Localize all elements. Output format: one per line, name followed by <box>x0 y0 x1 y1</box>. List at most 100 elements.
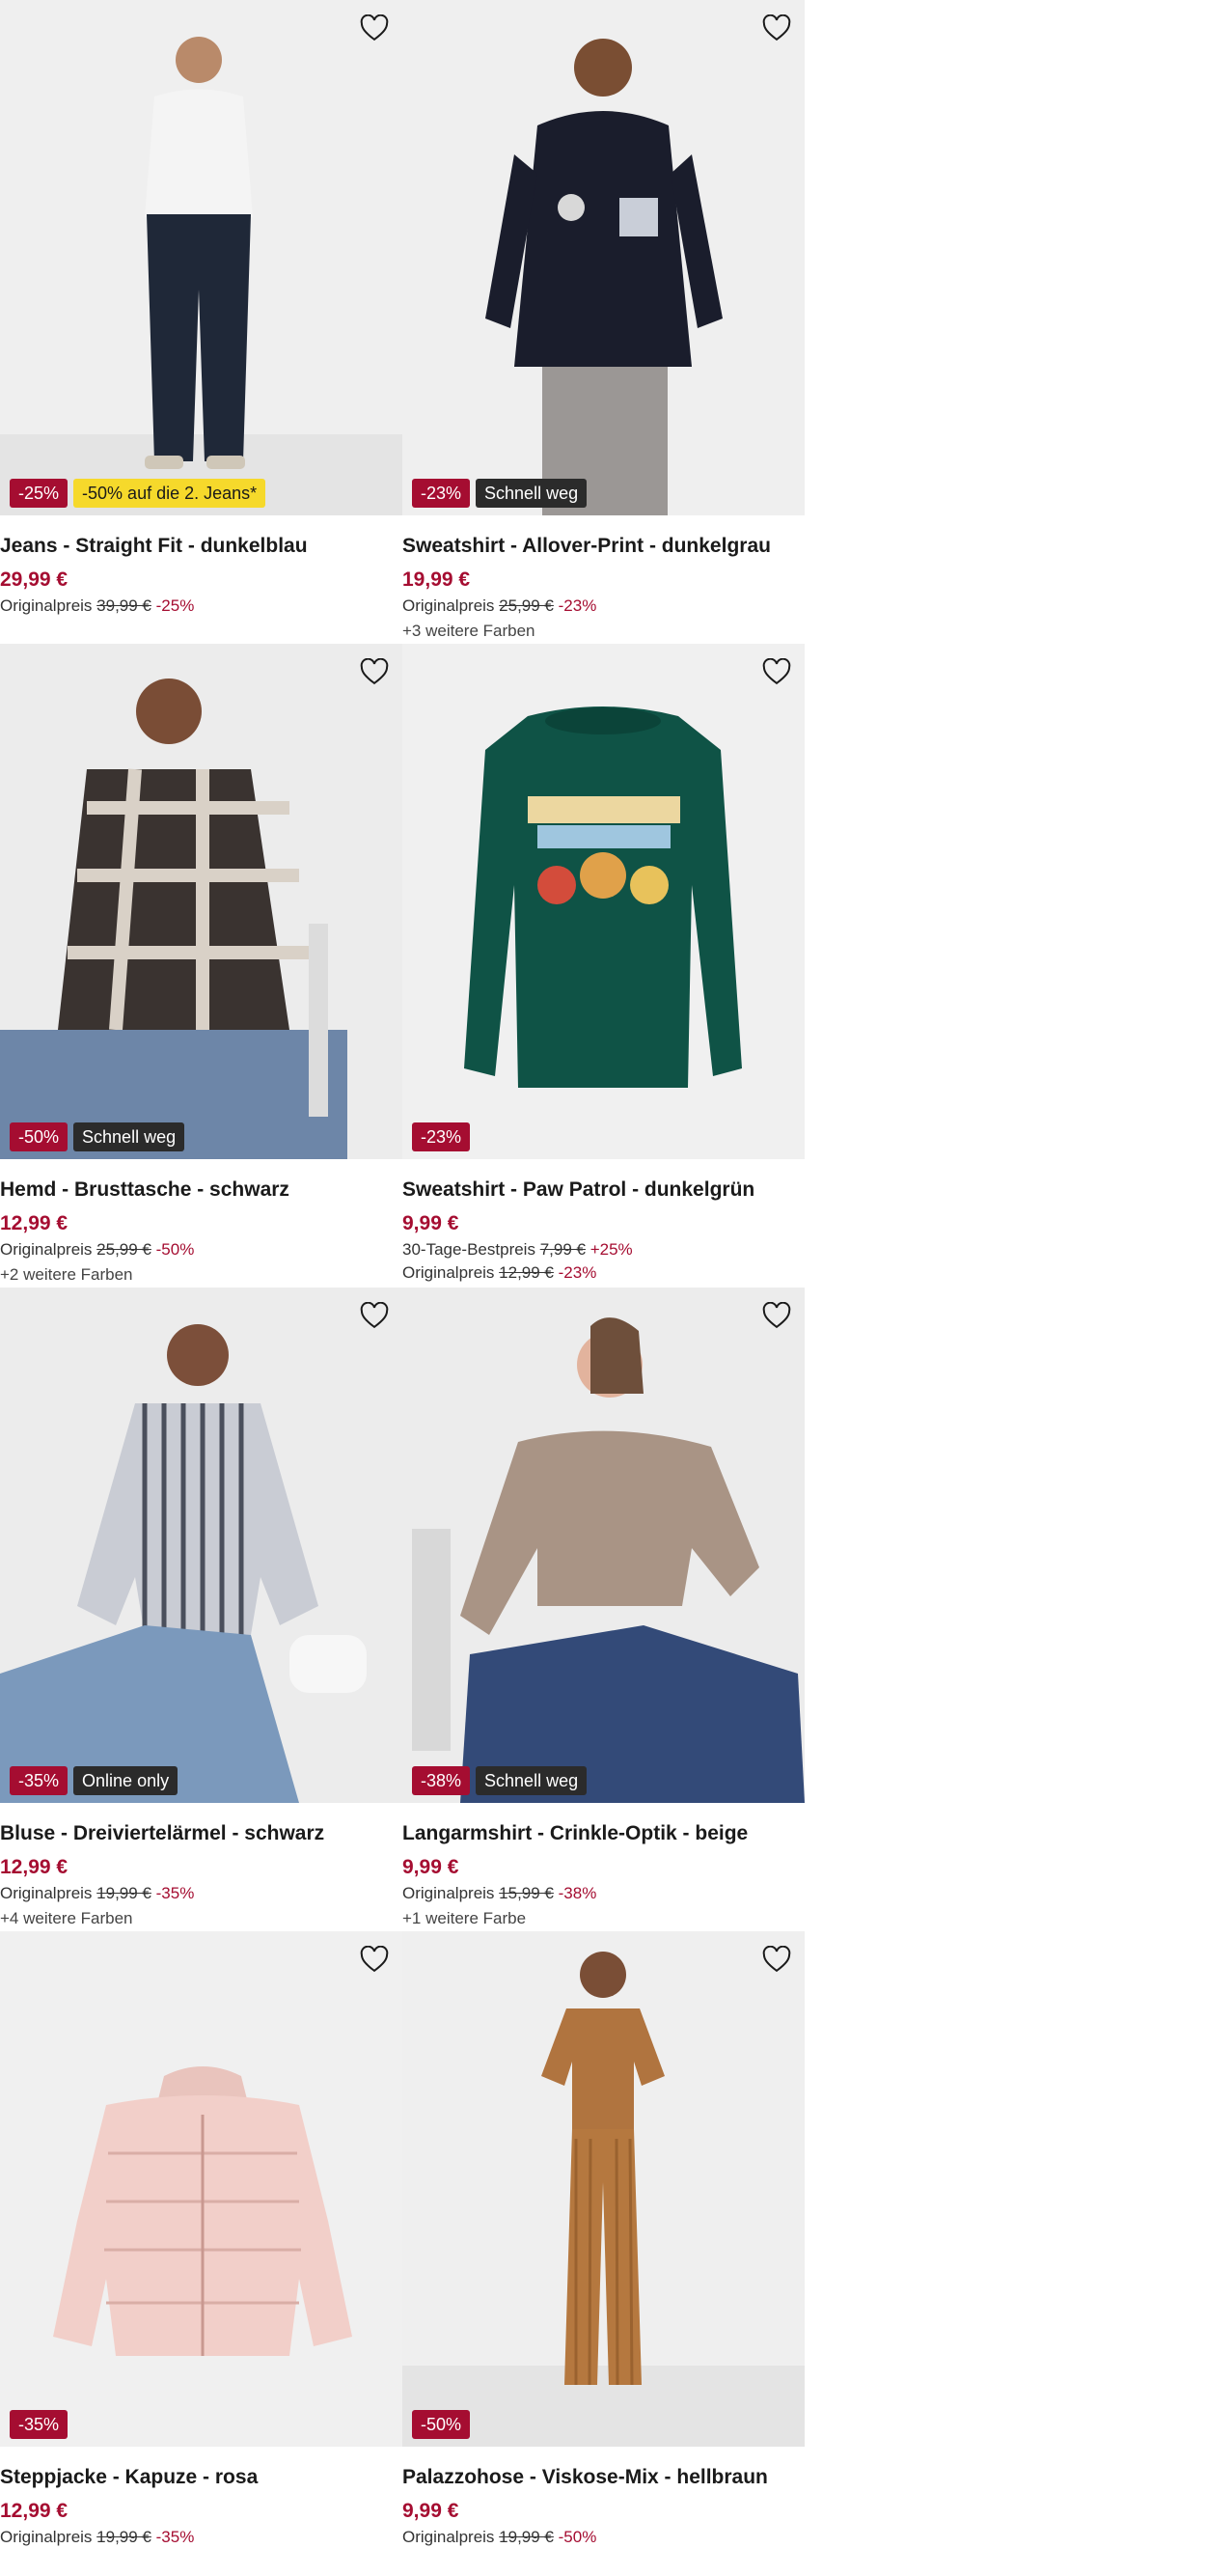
wishlist-heart-icon[interactable] <box>358 1943 391 1976</box>
badge-row: -23% Schnell weg <box>412 479 588 508</box>
original-price-line: Originalpreis 15,99 € -38% <box>402 1882 805 1905</box>
original-price: 25,99 € <box>499 596 554 615</box>
product-image[interactable]: -23% Schnell weg <box>402 0 805 515</box>
product-info: Sweatshirt - Allover-Print - dunkelgrau … <box>402 531 805 645</box>
wishlist-heart-icon[interactable] <box>760 1943 793 1976</box>
product-title[interactable]: Jeans - Straight Fit - dunkelblau <box>0 531 402 562</box>
product-image[interactable]: -25% -50% auf die 2. Jeans* <box>0 0 402 515</box>
original-price-label: Originalpreis <box>402 596 495 615</box>
product-title[interactable]: Steppjacke - Kapuze - rosa <box>0 2462 402 2493</box>
discount-badge: -35% <box>10 1766 69 1795</box>
product-card[interactable]: -50% Schnell weg Hemd - Brusttasche - sc… <box>0 644 402 1288</box>
more-colors-link[interactable]: +2 weitere Farben <box>0 1261 402 1288</box>
more-colors-link[interactable]: +4 weitere Farben <box>0 1905 402 1932</box>
status-badge: Schnell weg <box>476 1766 588 1795</box>
original-price-label: Originalpreis <box>0 1240 93 1259</box>
original-price-label: Originalpreis <box>402 2528 495 2546</box>
status-badge: Schnell weg <box>73 1122 185 1151</box>
original-price: 15,99 € <box>499 1884 554 1902</box>
original-price-label: Originalpreis <box>0 1884 93 1902</box>
product-grid: -25% -50% auf die 2. Jeans* Jeans - Stra… <box>0 0 805 2575</box>
hoodie-model-photo <box>402 0 805 515</box>
current-price: 12,99 € <box>0 2500 69 2522</box>
current-price: 12,99 € <box>0 1212 69 1234</box>
product-title[interactable]: Sweatshirt - Allover-Print - dunkelgrau <box>402 531 805 562</box>
product-card[interactable]: -23% Sweatshirt - Paw Patrol - dunkelgrü… <box>402 644 805 1288</box>
wishlist-heart-icon[interactable] <box>760 12 793 44</box>
product-title[interactable]: Hemd - Brusttasche - schwarz <box>0 1175 402 1205</box>
original-price-line: Originalpreis 25,99 € -23% <box>402 595 805 618</box>
badge-row: -38% Schnell weg <box>412 1766 588 1795</box>
product-title[interactable]: Palazzohose - Viskose-Mix - hellbraun <box>402 2462 805 2493</box>
best-price-label: 30-Tage-Bestpreis <box>402 1240 535 1259</box>
product-image[interactable]: -38% Schnell weg <box>402 1288 805 1803</box>
wishlist-heart-icon[interactable] <box>358 12 391 44</box>
discount-percent: -38% <box>558 1884 597 1902</box>
badge-row: -23% <box>412 1122 471 1151</box>
original-price-line: Originalpreis 19,99 € -35% <box>0 2526 402 2549</box>
product-title[interactable]: Bluse - Dreiviertelärmel - schwarz <box>0 1818 402 1849</box>
original-price: 19,99 € <box>499 2528 554 2546</box>
original-price: 19,99 € <box>96 2528 151 2546</box>
discount-percent: -23% <box>558 596 597 615</box>
discount-badge: -50% <box>10 1122 69 1151</box>
discount-badge: -38% <box>412 1766 471 1795</box>
original-price-label: Originalpreis <box>402 1884 495 1902</box>
product-info: Sweatshirt - Paw Patrol - dunkelgrün 9,9… <box>402 1175 805 1285</box>
product-info: Palazzohose - Viskose-Mix - hellbraun 9,… <box>402 2462 805 2549</box>
product-image[interactable]: -50% Schnell weg <box>0 644 402 1159</box>
product-card[interactable]: -23% Schnell weg Sweatshirt - Allover-Pr… <box>402 0 805 644</box>
discount-percent: -35% <box>155 1884 195 1902</box>
original-price: 12,99 € <box>499 1263 554 1282</box>
wishlist-heart-icon[interactable] <box>760 655 793 688</box>
promo-badge: -50% auf die 2. Jeans* <box>73 479 266 508</box>
current-price: 19,99 € <box>402 568 471 591</box>
product-image[interactable]: -23% <box>402 644 805 1159</box>
badge-row: -25% -50% auf die 2. Jeans* <box>10 479 266 508</box>
product-title[interactable]: Langarmshirt - Crinkle-Optik - beige <box>402 1818 805 1849</box>
current-price: 9,99 € <box>402 1212 459 1234</box>
paw-patrol-sweatshirt-photo <box>402 644 805 1159</box>
discount-badge: -23% <box>412 479 471 508</box>
current-price: 9,99 € <box>402 1856 459 1878</box>
original-price-line: Originalpreis 39,99 € -25% <box>0 595 402 618</box>
product-title[interactable]: Sweatshirt - Paw Patrol - dunkelgrün <box>402 1175 805 1205</box>
discount-percent: -50% <box>155 1240 195 1259</box>
original-price-label: Originalpreis <box>0 2528 93 2546</box>
original-price-label: Originalpreis <box>0 596 93 615</box>
product-image[interactable]: -50% <box>402 1931 805 2447</box>
product-card[interactable]: -50% Palazzohose - Viskose-Mix - hellbra… <box>402 1931 805 2575</box>
wishlist-heart-icon[interactable] <box>760 1299 793 1332</box>
discount-badge: -50% <box>412 2410 471 2439</box>
status-badge: Online only <box>73 1766 178 1795</box>
product-card[interactable]: -38% Schnell weg Langarmshirt - Crinkle-… <box>402 1288 805 1931</box>
discount-badge: -25% <box>10 479 69 508</box>
badge-row: -35% Online only <box>10 1766 178 1795</box>
best-price: 7,99 € <box>539 1240 586 1259</box>
original-price-line: Originalpreis 25,99 € -50% <box>0 1238 402 1261</box>
product-card[interactable]: -35% Online only Bluse - Dreiviertelärme… <box>0 1288 402 1931</box>
product-image[interactable]: -35% Online only <box>0 1288 402 1803</box>
original-price: 39,99 € <box>96 596 151 615</box>
product-image[interactable]: -35% <box>0 1931 402 2447</box>
wishlist-heart-icon[interactable] <box>358 1299 391 1332</box>
discount-badge: -23% <box>412 1122 471 1151</box>
badge-row: -35% <box>10 2410 69 2439</box>
product-info: Hemd - Brusttasche - schwarz 12,99 € Ori… <box>0 1175 402 1288</box>
discount-badge: -35% <box>10 2410 69 2439</box>
original-price-label: Originalpreis <box>402 1263 495 1282</box>
discount-percent: -50% <box>558 2528 597 2546</box>
wishlist-heart-icon[interactable] <box>358 655 391 688</box>
current-price: 29,99 € <box>0 568 69 591</box>
more-colors-link[interactable]: +3 weitere Farben <box>402 618 805 645</box>
discount-percent: -23% <box>558 1263 597 1282</box>
original-price-line: Originalpreis 19,99 € -35% <box>0 1882 402 1905</box>
product-info: Bluse - Dreiviertelärmel - schwarz 12,99… <box>0 1818 402 1932</box>
best-price-line: 30-Tage-Bestpreis 7,99 € +25% <box>402 1238 805 1261</box>
product-card[interactable]: -35% Steppjacke - Kapuze - rosa 12,99 € … <box>0 1931 402 2575</box>
more-colors-link[interactable]: +1 weitere Farbe <box>402 1905 805 1932</box>
striped-blouse-model-photo <box>0 1288 402 1803</box>
current-price: 9,99 € <box>402 2500 459 2522</box>
product-card[interactable]: -25% -50% auf die 2. Jeans* Jeans - Stra… <box>0 0 402 644</box>
original-price: 25,99 € <box>96 1240 151 1259</box>
